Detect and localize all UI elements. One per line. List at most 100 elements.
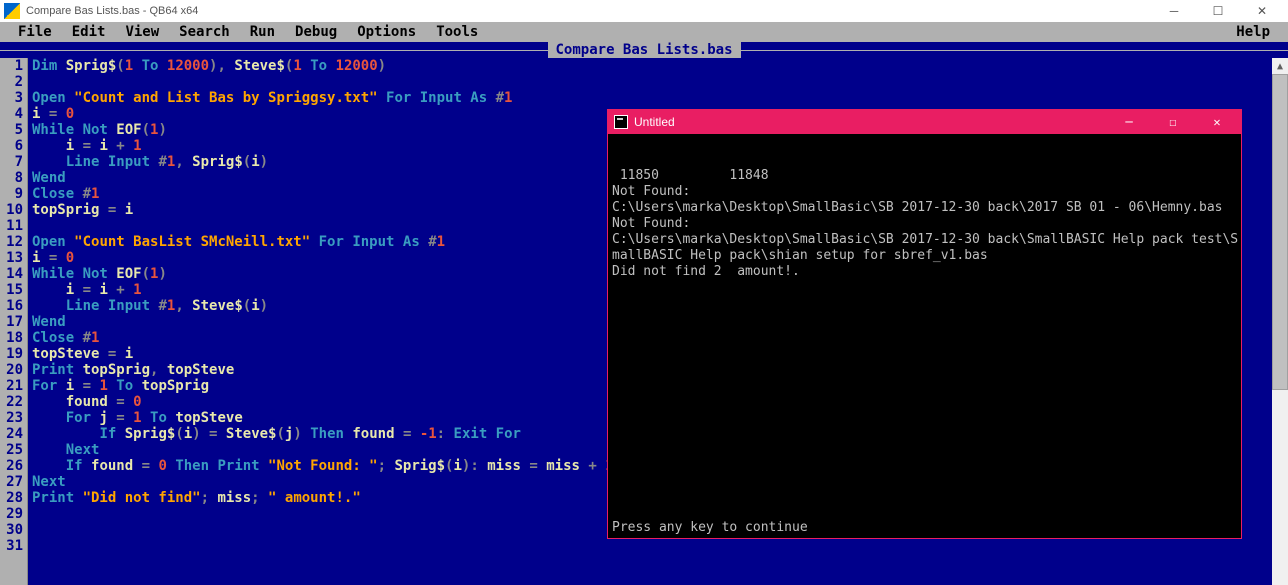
- scrollbar-thumb[interactable]: [1272, 74, 1288, 390]
- line-number: 31: [2, 538, 23, 554]
- code-line[interactable]: If found = 0 Then Print "Not Found: "; S…: [32, 458, 614, 474]
- console-window: Untitled ─ ☐ ✕ 11850 11848Not Found:C:\U…: [607, 109, 1242, 539]
- line-number: 28: [2, 490, 23, 506]
- vertical-scrollbar[interactable]: ▲: [1272, 58, 1288, 585]
- line-number: 18: [2, 330, 23, 346]
- line-number: 17: [2, 314, 23, 330]
- code-area[interactable]: Dim Sprig$(1 To 12000), Steve$(1 To 1200…: [28, 58, 614, 585]
- line-number: 13: [2, 250, 23, 266]
- line-number: 14: [2, 266, 23, 282]
- menu-run[interactable]: Run: [240, 24, 285, 40]
- code-line[interactable]: For j = 1 To topSteve: [32, 410, 614, 426]
- code-line[interactable]: [32, 218, 614, 234]
- line-number-gutter: 1234567891011121314151617181920212223242…: [0, 58, 28, 585]
- code-line[interactable]: [32, 538, 614, 554]
- code-line[interactable]: While Not EOF(1): [32, 122, 614, 138]
- menu-help[interactable]: Help: [1226, 24, 1280, 40]
- code-line[interactable]: [32, 74, 614, 90]
- code-line[interactable]: For i = 1 To topSprig: [32, 378, 614, 394]
- console-close-button[interactable]: ✕: [1195, 110, 1239, 134]
- code-line[interactable]: Next: [32, 442, 614, 458]
- code-line[interactable]: Dim Sprig$(1 To 12000), Steve$(1 To 1200…: [32, 58, 614, 74]
- line-number: 4: [2, 106, 23, 122]
- tab-current-file[interactable]: Compare Bas Lists.bas: [548, 42, 741, 58]
- maximize-button[interactable]: ☐: [1196, 0, 1240, 22]
- line-number: 23: [2, 410, 23, 426]
- code-line[interactable]: Wend: [32, 314, 614, 330]
- menu-file[interactable]: File: [8, 24, 62, 40]
- code-line[interactable]: Close #1: [32, 330, 614, 346]
- console-line: mallBASIC Help pack\shian setup for sbre…: [612, 248, 1237, 264]
- line-number: 9: [2, 186, 23, 202]
- console-maximize-button[interactable]: ☐: [1151, 110, 1195, 134]
- console-prompt: Press any key to continue: [612, 520, 808, 536]
- code-line[interactable]: i = 0: [32, 106, 614, 122]
- app-icon: [4, 3, 20, 19]
- code-line[interactable]: found = 0: [32, 394, 614, 410]
- minimize-button[interactable]: ─: [1152, 0, 1196, 22]
- line-number: 12: [2, 234, 23, 250]
- console-line: Not Found:: [612, 184, 1237, 200]
- line-number: 25: [2, 442, 23, 458]
- code-line[interactable]: Open "Count BasList SMcNeill.txt" For In…: [32, 234, 614, 250]
- code-line[interactable]: If Sprig$(i) = Steve$(j) Then found = -1…: [32, 426, 614, 442]
- line-number: 30: [2, 522, 23, 538]
- line-number: 16: [2, 298, 23, 314]
- line-number: 19: [2, 346, 23, 362]
- code-line[interactable]: i = 0: [32, 250, 614, 266]
- line-number: 5: [2, 122, 23, 138]
- line-number: 6: [2, 138, 23, 154]
- console-icon: [614, 115, 628, 129]
- menu-search[interactable]: Search: [169, 24, 240, 40]
- line-number: 3: [2, 90, 23, 106]
- code-line[interactable]: While Not EOF(1): [32, 266, 614, 282]
- menu-edit[interactable]: Edit: [62, 24, 116, 40]
- menu-options[interactable]: Options: [347, 24, 426, 40]
- menubar: FileEditViewSearchRunDebugOptionsTools H…: [0, 22, 1288, 42]
- line-number: 22: [2, 394, 23, 410]
- close-button[interactable]: ✕: [1240, 0, 1284, 22]
- console-line: C:\Users\marka\Desktop\SmallBasic\SB 201…: [612, 200, 1237, 216]
- console-line: C:\Users\marka\Desktop\SmallBasic\SB 201…: [612, 232, 1237, 248]
- menu-tools[interactable]: Tools: [426, 24, 488, 40]
- code-line[interactable]: Print "Did not find"; miss; " amount!.": [32, 490, 614, 506]
- line-number: 21: [2, 378, 23, 394]
- code-line[interactable]: [32, 506, 614, 522]
- console-minimize-button[interactable]: ─: [1107, 110, 1151, 134]
- line-number: 29: [2, 506, 23, 522]
- code-line[interactable]: Print topSprig, topSteve: [32, 362, 614, 378]
- line-number: 10: [2, 202, 23, 218]
- line-number: 26: [2, 458, 23, 474]
- code-line[interactable]: Line Input #1, Sprig$(i): [32, 154, 614, 170]
- scrollbar-up-arrow[interactable]: ▲: [1272, 58, 1288, 74]
- code-line[interactable]: topSprig = i: [32, 202, 614, 218]
- console-line: Did not find 2 amount!.: [612, 264, 1237, 280]
- menu-debug[interactable]: Debug: [285, 24, 347, 40]
- code-line[interactable]: Close #1: [32, 186, 614, 202]
- line-number: 27: [2, 474, 23, 490]
- window-title: Compare Bas Lists.bas - QB64 x64: [26, 5, 198, 17]
- console-line: Not Found:: [612, 216, 1237, 232]
- code-line[interactable]: [32, 522, 614, 538]
- code-line[interactable]: Wend: [32, 170, 614, 186]
- console-line: 11850 11848: [612, 168, 1237, 184]
- line-number: 1: [2, 58, 23, 74]
- line-number: 15: [2, 282, 23, 298]
- line-number: 7: [2, 154, 23, 170]
- menu-view[interactable]: View: [115, 24, 169, 40]
- console-output: 11850 11848Not Found:C:\Users\marka\Desk…: [608, 134, 1241, 538]
- line-number: 8: [2, 170, 23, 186]
- code-line[interactable]: Open "Count and List Bas by Spriggsy.txt…: [32, 90, 614, 106]
- line-number: 2: [2, 74, 23, 90]
- code-line[interactable]: Next: [32, 474, 614, 490]
- console-title: Untitled: [634, 115, 675, 129]
- line-number: 20: [2, 362, 23, 378]
- code-line[interactable]: Line Input #1, Steve$(i): [32, 298, 614, 314]
- code-line[interactable]: i = i + 1: [32, 282, 614, 298]
- line-number: 24: [2, 426, 23, 442]
- code-line[interactable]: i = i + 1: [32, 138, 614, 154]
- line-number: 11: [2, 218, 23, 234]
- console-titlebar[interactable]: Untitled ─ ☐ ✕: [608, 110, 1241, 134]
- tabbar: Compare Bas Lists.bas: [0, 42, 1288, 58]
- code-line[interactable]: topSteve = i: [32, 346, 614, 362]
